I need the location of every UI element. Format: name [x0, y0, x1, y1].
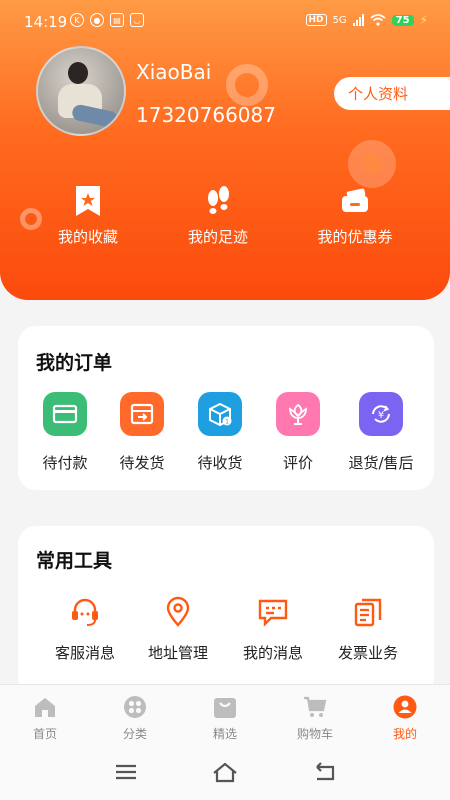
quick-link-label: 我的收藏	[57, 228, 118, 246]
wechat-icon: ●	[90, 13, 104, 27]
tab-cart[interactable]: 购物车	[280, 695, 350, 742]
card-icon	[43, 392, 87, 436]
tool-address[interactable]: 地址管理	[133, 596, 223, 663]
tool-label: 发票业务	[337, 644, 398, 662]
tool-label: 我的消息	[242, 644, 303, 662]
username: XiaoBai	[136, 60, 212, 84]
order-pending-shipment[interactable]: 待发货	[102, 392, 182, 473]
battery-icon: 75	[391, 14, 414, 26]
orders-card: 我的订单 待付款 待发货 1 待收货 评价 ¥ 退货/售后	[18, 326, 434, 490]
tab-featured[interactable]: 精选	[190, 695, 260, 742]
tab-label: 分类	[122, 727, 147, 741]
tab-category[interactable]: 分类	[100, 695, 170, 742]
order-label: 待收货	[197, 454, 243, 472]
app-icon: ◡	[130, 13, 144, 27]
bookmark-star-icon	[76, 186, 100, 216]
decor-circle	[226, 64, 268, 106]
flower-icon	[276, 392, 320, 436]
svg-text:1: 1	[225, 419, 229, 426]
order-pending-payment[interactable]: 待付款	[25, 392, 105, 473]
tab-label: 精选	[212, 727, 237, 741]
message-icon	[258, 599, 288, 627]
status-time: 14:19	[24, 13, 68, 31]
hd-icon: HD	[305, 14, 327, 26]
ship-box-icon	[120, 392, 164, 436]
order-pending-receipt[interactable]: 1 待收货	[180, 392, 260, 473]
home-nav-icon[interactable]	[211, 761, 239, 783]
decor-location-pin	[348, 140, 396, 188]
tab-label: 购物车	[296, 727, 333, 741]
order-label: 退货/售后	[348, 454, 414, 472]
phone-number: 17320766087	[136, 103, 276, 127]
charging-icon: ⚡	[419, 13, 428, 27]
tab-label: 我的	[392, 727, 417, 741]
wifi-icon	[370, 14, 386, 26]
status-notification-icons: K ● ▤ ◡	[70, 13, 144, 27]
quick-link-label: 我的优惠券	[317, 228, 393, 246]
tab-mine[interactable]: 我的	[370, 695, 440, 742]
coupon-icon	[342, 188, 368, 212]
quick-link-footprints[interactable]: 我的足迹	[153, 184, 283, 247]
svg-text:¥: ¥	[378, 410, 384, 421]
tool-customer-service[interactable]: 客服消息	[40, 596, 130, 663]
footprints-icon	[208, 186, 229, 214]
refund-icon: ¥	[359, 392, 403, 436]
order-refund[interactable]: ¥ 退货/售后	[341, 392, 421, 473]
quick-link-label: 我的足迹	[187, 228, 248, 246]
quick-link-coupons[interactable]: 我的优惠券	[290, 184, 420, 247]
location-pin-icon	[166, 596, 190, 627]
headset-icon	[72, 598, 98, 626]
tab-home[interactable]: 首页	[10, 695, 80, 742]
network-label: 5G	[332, 14, 347, 26]
profile-button[interactable]: 个人资料	[334, 77, 450, 110]
avatar[interactable]	[36, 46, 126, 136]
menu-nav-icon[interactable]	[112, 761, 140, 783]
tools-card: 常用工具 客服消息 地址管理 我的消息 发票业务	[18, 526, 434, 696]
status-bar: 14:19 K ● ▤ ◡ HD 5G 75 ⚡	[0, 0, 450, 44]
package-icon: 1	[198, 392, 242, 436]
order-review[interactable]: 评价	[258, 392, 338, 473]
order-label: 待发货	[119, 454, 165, 472]
signal-icon	[352, 14, 364, 26]
user-icon	[393, 695, 417, 719]
order-label: 待付款	[42, 454, 88, 472]
k-icon: K	[70, 13, 84, 27]
tools-title: 常用工具	[36, 550, 113, 572]
status-right-icons: HD 5G 75 ⚡	[305, 13, 428, 27]
tool-label: 客服消息	[54, 644, 115, 662]
category-icon	[124, 696, 146, 718]
quick-link-favorites[interactable]: 我的收藏	[23, 184, 153, 247]
orders-title: 我的订单	[36, 352, 113, 374]
cart-icon	[304, 696, 327, 717]
profile-header: 14:19 K ● ▤ ◡ HD 5G 75 ⚡ XiaoBai 1732076…	[0, 0, 450, 300]
order-label: 评价	[282, 454, 313, 472]
bottom-tab-bar: 首页 分类 精选 购物车 我的	[0, 684, 450, 800]
shopping-bag-icon	[214, 698, 236, 718]
tool-invoice[interactable]: 发票业务	[323, 596, 413, 663]
tool-label: 地址管理	[147, 644, 208, 662]
invoice-icon	[354, 598, 382, 627]
home-icon	[35, 698, 55, 717]
tool-messages[interactable]: 我的消息	[228, 596, 318, 663]
back-nav-icon[interactable]	[311, 761, 339, 783]
tab-label: 首页	[32, 727, 57, 741]
notification-icon: ▤	[110, 13, 124, 27]
